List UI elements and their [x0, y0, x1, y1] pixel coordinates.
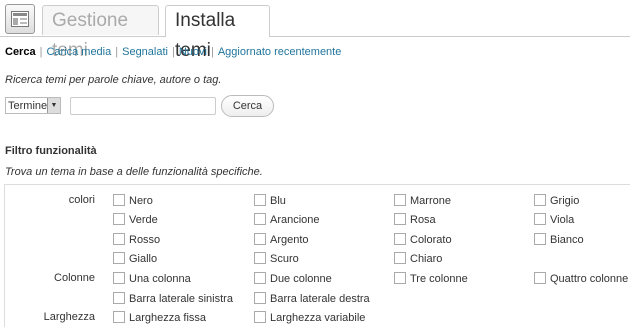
feature-filter-heading: Filtro funzionalità [5, 145, 97, 157]
subnav-separator: | [115, 46, 119, 58]
checkbox-chiaro[interactable]: Chiaro [394, 252, 442, 265]
checkbox-tre-colonne[interactable]: Tre colonne [394, 272, 468, 285]
checkbox-viola[interactable]: Viola [534, 213, 574, 226]
checkbox-blu[interactable]: Blu [254, 194, 286, 207]
subnav-separator: | [171, 46, 175, 58]
checkbox-quattro-colonne[interactable]: Quattro colonne [534, 272, 628, 285]
checkbox-scuro[interactable]: Scuro [254, 252, 299, 265]
search-description: Ricerca temi per parole chiave, autore o… [5, 74, 222, 86]
checkbox-verde[interactable]: Verde [113, 213, 158, 226]
checkbox-rosa[interactable]: Rosa [394, 213, 436, 226]
subnav-recently-updated-link[interactable]: Aggiornato recentemente [218, 46, 342, 58]
checkbox-bianco[interactable]: Bianco [534, 233, 584, 246]
checkbox-grigio[interactable]: Grigio [534, 194, 579, 207]
checkbox-arancione[interactable]: Arancione [254, 213, 320, 226]
subnav-new-link[interactable]: Nuovi [179, 46, 207, 58]
search-input[interactable] [70, 97, 216, 115]
search-type-value: Termine [8, 100, 48, 112]
checkbox-larghezza-variabile[interactable]: Larghezza variabile [254, 311, 365, 324]
checkbox-colorato[interactable]: Colorato [394, 233, 452, 246]
sub-navigation: Cerca | Carica media | Segnalati | Nuovi | Aggio… [5, 46, 341, 58]
checkbox-larghezza-fissa[interactable]: Larghezza fissa [113, 311, 206, 324]
checkbox-barra-laterale-destra[interactable]: Barra laterale destra [254, 292, 370, 305]
checkbox-due-colonne[interactable]: Due colonne [254, 272, 332, 285]
feature-filter-table: colori Colonne Larghezza Nero Blu Marron… [4, 184, 630, 327]
search-type-select[interactable]: Termine ▼ [5, 97, 61, 114]
checkbox-marrone[interactable]: Marrone [394, 194, 451, 207]
tab-manage-themes[interactable]: Gestione temi [42, 5, 159, 61]
checkbox-argento[interactable]: Argento [254, 233, 309, 246]
checkbox-una-colonna[interactable]: Una colonna [113, 272, 191, 285]
subnav-separator: | [39, 46, 43, 58]
checkbox-giallo[interactable]: Giallo [113, 252, 157, 265]
row-label-columns: Colonne [54, 272, 95, 284]
search-button[interactable]: Cerca [221, 95, 274, 117]
themes-screen-icon [5, 4, 35, 34]
row-label-colors: colori [68, 194, 95, 206]
row-label-width: Larghezza [43, 311, 95, 323]
tab-bar: Gestione temi Installa temi [0, 0, 630, 61]
subnav-upload-link[interactable]: Carica media [46, 46, 111, 58]
chevron-down-icon: ▼ [47, 98, 60, 113]
tab-install-themes[interactable]: Installa temi [165, 5, 270, 61]
checkbox-rosso[interactable]: Rosso [113, 233, 160, 246]
subnav-separator: | [210, 46, 214, 58]
feature-filter-description: Trova un tema in base a delle funzionali… [5, 166, 263, 178]
checkbox-nero[interactable]: Nero [113, 194, 153, 207]
checkbox-barra-laterale-sinistra[interactable]: Barra laterale sinistra [113, 292, 233, 305]
subnav-search-current: Cerca [5, 46, 36, 58]
subnav-featured-link[interactable]: Segnalati [122, 46, 168, 58]
